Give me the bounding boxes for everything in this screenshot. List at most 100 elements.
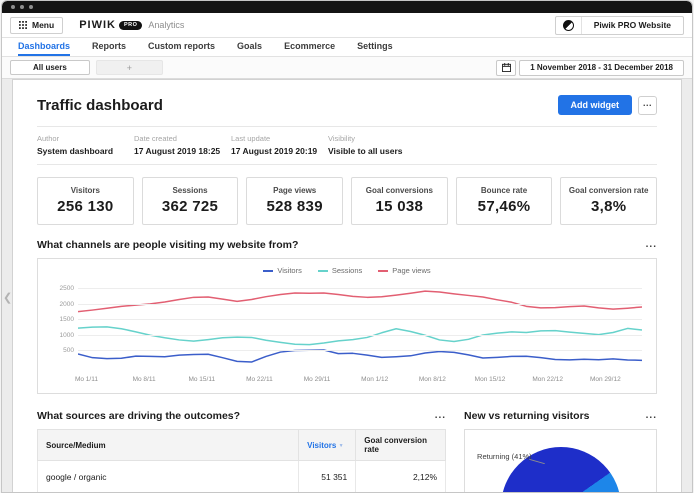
cell-source: google / organic <box>38 461 299 493</box>
gridline <box>78 288 642 289</box>
kpi-value: 3,8% <box>561 198 656 215</box>
gridline <box>78 350 642 351</box>
x-axis-tick: Mon 8/12 <box>419 376 446 383</box>
segment-all-users[interactable]: All users <box>10 60 90 75</box>
kpi-visitors: Visitors 256 130 <box>37 177 134 225</box>
tab-reports[interactable]: Reports <box>92 38 126 56</box>
meta-visibility: Visibility Visible to all users <box>328 134 425 156</box>
kpi-value: 15 038 <box>352 198 447 215</box>
menu-button[interactable]: Menu <box>10 17 63 34</box>
bottom-widgets: What sources are driving the outcomes? .… <box>37 396 657 493</box>
dashboard-options-button[interactable]: ... <box>638 96 657 115</box>
kpi-value: 362 725 <box>143 198 238 215</box>
meta-value: 17 August 2019 20:19 <box>231 146 328 156</box>
kpi-label: Visitors <box>38 186 133 195</box>
legend-dash-icon <box>318 270 328 272</box>
meta-author: Author System dashboard <box>37 134 134 156</box>
tab-settings[interactable]: Settings <box>357 38 393 56</box>
legend-label: Page views <box>392 266 430 275</box>
dashboard-panel: Traffic dashboard Add widget ... Author … <box>12 79 682 493</box>
column-visitors-sorted[interactable]: Visitors ▼ <box>299 430 356 461</box>
sources-table: Source/Medium Visitors ▼ Goal conversion… <box>37 429 446 493</box>
column-goal-conversion-rate[interactable]: Goal conversion rate <box>356 430 446 461</box>
kpi-goal-conversions: Goal conversions 15 038 <box>351 177 448 225</box>
legend-visitors[interactable]: Visitors <box>263 266 301 275</box>
legend-dash-icon <box>263 270 273 272</box>
x-axis-tick: Mo 22/11 <box>246 376 273 383</box>
legend-page-views[interactable]: Page views <box>378 266 430 275</box>
window-control-dot[interactable] <box>20 5 24 9</box>
main-navigation: Dashboards Reports Custom reports Goals … <box>2 38 692 57</box>
calendar-button[interactable] <box>496 60 516 76</box>
x-axis-tick: Mo 29/11 <box>304 376 331 383</box>
brand-name: PIWIK <box>79 19 116 31</box>
brand-pro-badge: PRO <box>119 21 142 30</box>
meta-label: Date created <box>134 134 231 143</box>
app-header: Menu PIWIK PRO Analytics Piwik PRO Websi… <box>2 13 692 38</box>
new-vs-returning-widget: New vs returning visitors ... Returning … <box>464 396 657 493</box>
add-segment-button[interactable]: + <box>96 60 163 75</box>
channels-options-icon[interactable]: ... <box>646 243 657 247</box>
pie-chart-card: Returning (41%) <box>464 429 657 493</box>
kpi-label: Sessions <box>143 186 238 195</box>
meta-value: Visible to all users <box>328 146 425 156</box>
table-row[interactable]: google / organic 51 351 2,12% <box>38 461 446 493</box>
window-titlebar <box>2 1 692 13</box>
channels-section-title: What channels are people visiting my web… <box>37 239 298 251</box>
globe-icon <box>563 20 574 31</box>
y-axis-tick: 2500 <box>48 285 74 292</box>
meta-label: Last update <box>231 134 328 143</box>
pie-options-icon[interactable]: ... <box>646 414 657 418</box>
channels-section-header: What channels are people visiting my web… <box>37 239 657 251</box>
tab-custom-reports[interactable]: Custom reports <box>148 38 215 56</box>
legend-label: Sessions <box>332 266 362 275</box>
table-header-row: Source/Medium Visitors ▼ Goal conversion… <box>38 430 446 461</box>
column-source-medium[interactable]: Source/Medium <box>38 430 299 461</box>
kpi-cards: Visitors 256 130 Sessions 362 725 Page v… <box>37 177 657 225</box>
pie-returning-label: Returning (41%) <box>477 452 532 461</box>
add-widget-button[interactable]: Add widget <box>558 95 633 115</box>
x-axis-tick: Mo 8/11 <box>133 376 156 383</box>
dashboard-title-row: Traffic dashboard Add widget ... <box>37 95 657 115</box>
x-axis-labels: Mo 1/11 Mo 8/11 Mo 15/11 Mo 22/11 Mo 29/11 Mo… <box>78 376 642 386</box>
tab-dashboards[interactable]: Dashboards <box>18 38 70 56</box>
y-axis-tick: 500 <box>48 347 74 354</box>
line-chart-plot: 5001000150020002500 <box>78 283 642 367</box>
legend-sessions[interactable]: Sessions <box>318 266 362 275</box>
window-control-dot[interactable] <box>29 5 33 9</box>
kpi-value: 57,46% <box>457 198 552 215</box>
page-title: Traffic dashboard <box>37 97 163 114</box>
tab-goals[interactable]: Goals <box>237 38 262 56</box>
date-range-selector[interactable]: 1 November 2018 - 31 December 2018 <box>519 60 684 76</box>
carousel-prev-icon[interactable]: ❮ <box>3 291 12 304</box>
globe-icon-cell <box>556 17 582 34</box>
meta-value: System dashboard <box>37 146 134 156</box>
kpi-value: 528 839 <box>247 198 342 215</box>
kpi-bounce-rate: Bounce rate 57,46% <box>456 177 553 225</box>
tab-ecommerce[interactable]: Ecommerce <box>284 38 335 56</box>
gridline <box>78 335 642 336</box>
date-range-controls: 1 November 2018 - 31 December 2018 <box>496 60 684 76</box>
x-axis-tick: Mo 1/11 <box>75 376 98 383</box>
kpi-value: 256 130 <box>38 198 133 215</box>
piwik-pro-logo: PIWIK PRO Analytics <box>79 19 184 31</box>
brand-product-label: Analytics <box>148 20 184 30</box>
x-axis-tick: Mo 15/11 <box>188 376 215 383</box>
browser-window: Menu PIWIK PRO Analytics Piwik PRO Websi… <box>1 0 693 493</box>
menu-button-label: Menu <box>32 20 54 30</box>
gridline <box>78 319 642 320</box>
chart-legend: Visitors Sessions Page views <box>38 266 656 275</box>
website-selector[interactable]: Piwik PRO Website <box>555 16 684 35</box>
cell-goal-conversion-rate: 2,12% <box>356 461 446 493</box>
sources-section-header: What sources are driving the outcomes? .… <box>37 410 446 422</box>
x-axis-tick: Mon 15/12 <box>475 376 506 383</box>
column-visitors-label: Visitors <box>307 441 336 450</box>
meta-label: Author <box>37 134 134 143</box>
kpi-goal-conversion-rate: Goal conversion rate 3,8% <box>560 177 657 225</box>
window-control-dot[interactable] <box>11 5 15 9</box>
gridline <box>78 304 642 305</box>
sources-options-icon[interactable]: ... <box>435 414 446 418</box>
x-axis-tick: Mon 22/12 <box>532 376 563 383</box>
page-background: ❮ Traffic dashboard Add widget ... Autho… <box>2 79 692 493</box>
line-chart-svg <box>78 283 642 367</box>
